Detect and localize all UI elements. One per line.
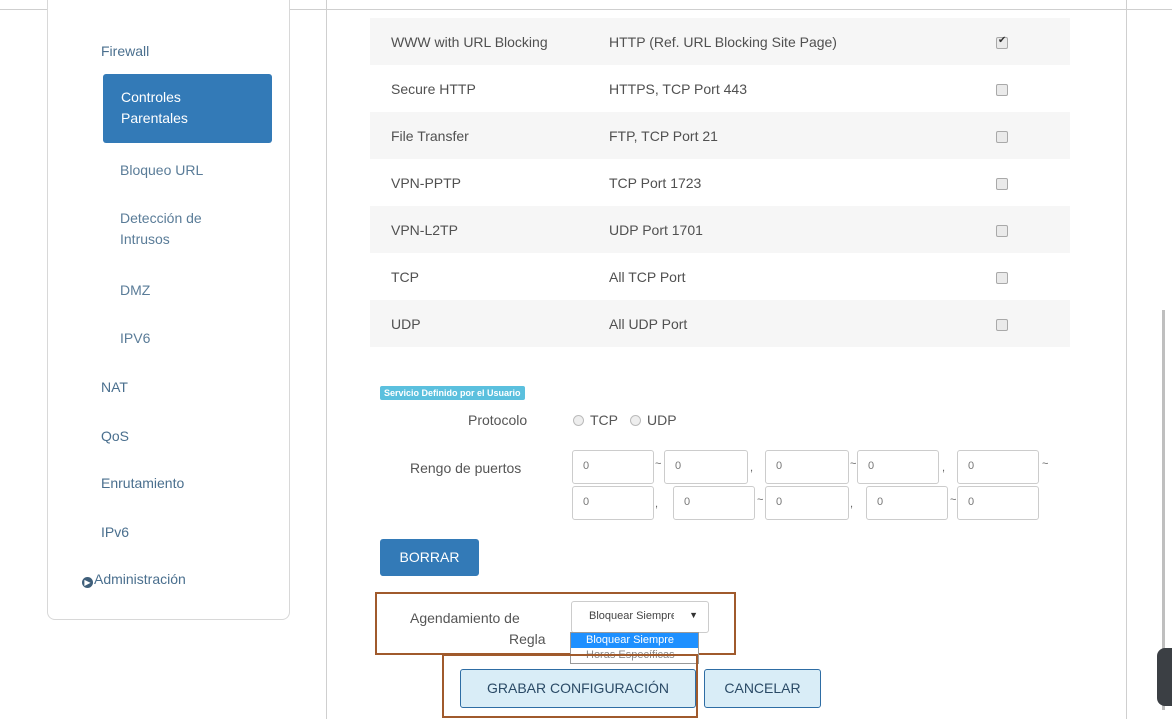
range-separator: ~ — [950, 494, 957, 506]
port-input[interactable]: 0 — [866, 486, 948, 520]
service-name: File Transfer — [370, 112, 590, 159]
service-name: VPN-L2TP — [370, 206, 590, 253]
content-border-left — [326, 0, 327, 719]
table-row: UDP All UDP Port — [370, 300, 1070, 347]
range-separator: ~ — [850, 458, 857, 470]
radio-tcp[interactable] — [573, 415, 584, 426]
schedule-label-line2: Regla — [509, 631, 546, 647]
service-checkbox[interactable] — [996, 83, 1008, 96]
service-name: TCP — [391, 268, 419, 285]
sidebar-item-routing[interactable]: Enrutamiento — [101, 473, 184, 494]
table-row: Secure HTTP HTTPS, TCP Port 443 — [370, 65, 1070, 112]
range-separator: ~ — [655, 458, 662, 470]
service-checkbox[interactable] — [996, 130, 1008, 143]
sidebar-item-ipv6-sub[interactable]: IPV6 — [120, 328, 150, 349]
sidebar-item-intrusion-detection[interactable]: Detección de Intrusos — [120, 208, 230, 250]
table-row: VPN-L2TP UDP Port 1701 — [370, 206, 1070, 253]
cancel-button[interactable]: CANCELAR — [704, 669, 821, 708]
port-input[interactable]: 0 — [572, 450, 654, 484]
service-checkbox[interactable] — [996, 318, 1008, 331]
service-checkbox[interactable] — [996, 224, 1008, 237]
caret-down-icon: ▼ — [689, 610, 698, 620]
service-detail: All TCP Port — [609, 268, 686, 285]
chat-widget-tab[interactable] — [1157, 648, 1172, 706]
table-row: WWW with URL Blocking HTTP (Ref. URL Blo… — [370, 18, 1070, 65]
range-separator: ~ — [757, 494, 764, 506]
clear-button[interactable]: BORRAR — [380, 539, 479, 576]
port-input[interactable]: 0 — [857, 450, 939, 484]
service-checkbox[interactable] — [996, 271, 1008, 284]
sidebar-item-parental-controls[interactable]: Controles Parentales — [103, 74, 272, 143]
service-name: WWW with URL Blocking — [370, 18, 590, 65]
sidebar-item-dmz[interactable]: DMZ — [120, 280, 150, 301]
port-input[interactable]: 0 — [673, 486, 755, 520]
service-name: Secure HTTP — [391, 80, 476, 97]
list-separator: , — [750, 462, 754, 474]
services-table: WWW with URL Blocking HTTP (Ref. URL Blo… — [370, 18, 1070, 347]
sidebar-item-ipv6[interactable]: IPv6 — [101, 522, 129, 543]
sidebar-item-nat[interactable]: NAT — [101, 377, 128, 398]
user-service-tag: Servicio Definido por el Usuario — [380, 386, 525, 400]
sidebar-item-url-block[interactable]: Bloqueo URL — [120, 160, 203, 181]
service-checkbox[interactable] — [996, 35, 1008, 49]
service-detail: HTTP (Ref. URL Blocking Site Page) — [590, 18, 974, 65]
service-detail: TCP Port 1723 — [609, 174, 702, 191]
protocol-label: Protocolo — [468, 412, 528, 428]
port-input[interactable]: 0 — [765, 486, 849, 520]
sidebar-item-qos[interactable]: QoS — [101, 426, 129, 447]
sidebar-item-administration[interactable]: ▶ Administración — [82, 569, 186, 590]
service-detail: UDP Port 1701 — [590, 206, 974, 253]
sidebar-item-label: Controles Parentales — [121, 89, 188, 126]
table-row: File Transfer FTP, TCP Port 21 — [370, 112, 1070, 159]
port-input[interactable]: 0 — [572, 486, 654, 520]
service-detail: HTTPS, TCP Port 443 — [609, 80, 747, 97]
schedule-option[interactable]: Bloquear Siempre — [571, 633, 698, 648]
sidebar-item-label: Administración — [94, 571, 186, 587]
service-name: UDP — [370, 300, 590, 347]
schedule-label-line1: Agendamiento de — [410, 610, 520, 626]
sidebar-nav: Firewall Controles Parentales Bloqueo UR… — [47, 0, 290, 620]
save-config-button[interactable]: GRABAR CONFIGURACIÓN — [460, 669, 696, 708]
port-input[interactable]: 0 — [765, 450, 849, 484]
list-separator: , — [942, 462, 946, 474]
radio-tcp-label: TCP — [590, 412, 618, 428]
port-input[interactable]: 0 — [664, 450, 748, 484]
schedule-selected-value: Bloquear Siempre — [589, 610, 674, 622]
sidebar-item-firewall[interactable]: Firewall — [101, 41, 149, 62]
list-separator: , — [850, 498, 854, 510]
service-name: VPN-PPTP — [391, 174, 462, 191]
list-separator: , — [655, 498, 659, 510]
service-checkbox[interactable] — [996, 177, 1008, 190]
table-row: VPN-PPTP TCP Port 1723 — [370, 159, 1070, 206]
service-detail: FTP, TCP Port 21 — [590, 112, 974, 159]
radio-udp[interactable] — [630, 415, 641, 426]
range-separator: ~ — [1042, 458, 1049, 470]
radio-udp-label: UDP — [647, 412, 677, 428]
table-row: TCP All TCP Port — [370, 253, 1070, 300]
port-input[interactable]: 0 — [957, 486, 1039, 520]
chevron-right-icon: ▶ — [82, 577, 93, 588]
service-detail: All UDP Port — [590, 300, 974, 347]
schedule-select[interactable]: Bloquear Siempre ▼ — [571, 601, 709, 633]
protocol-radio-group: TCP UDP — [573, 412, 689, 428]
content-border-right — [1126, 0, 1127, 719]
port-input[interactable]: 0 — [957, 450, 1039, 484]
port-range-label: Rengo de puertos — [410, 460, 522, 476]
